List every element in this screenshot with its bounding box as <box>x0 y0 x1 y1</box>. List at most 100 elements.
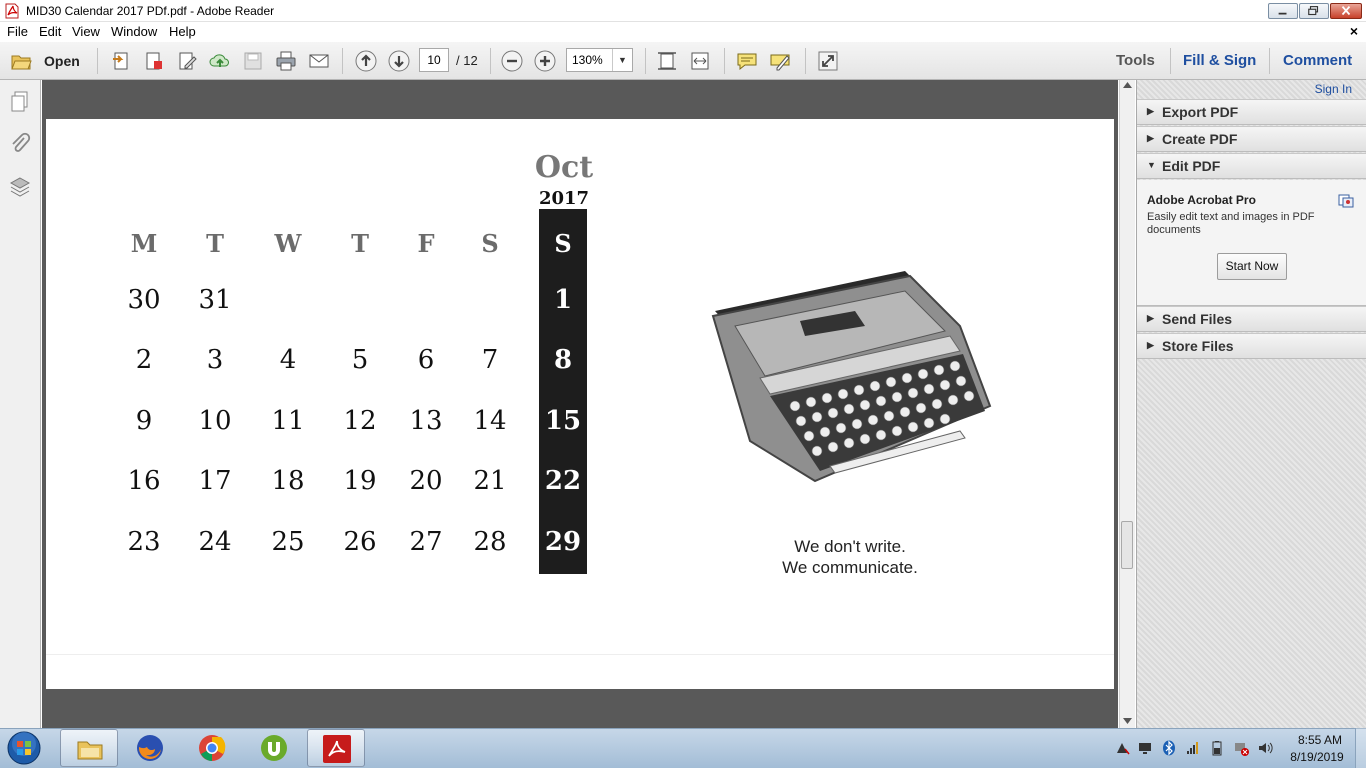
create-pdf-icon[interactable] <box>110 50 132 72</box>
zoom-out-icon[interactable] <box>501 50 523 72</box>
volume-icon[interactable] <box>1257 740 1273 756</box>
previous-page-icon[interactable] <box>355 50 377 72</box>
adobe-reader-icon <box>322 734 352 764</box>
battery-icon[interactable] <box>1209 740 1225 756</box>
vertical-scrollbar[interactable] <box>1119 80 1135 728</box>
clock-date[interactable]: 8/19/2019 <box>1284 750 1350 764</box>
calendar-day: 17 <box>198 466 232 496</box>
calendar-day: 7 <box>481 345 499 375</box>
tab-tools[interactable]: Tools <box>1116 52 1155 69</box>
chevron-right-icon: ▶ <box>1147 106 1154 116</box>
scrollbar-thumb[interactable] <box>1121 521 1133 569</box>
scroll-up-icon <box>1123 82 1132 88</box>
calendar-day-sunday: 29 <box>544 527 582 557</box>
start-button[interactable] <box>6 730 42 766</box>
calendar-day: 27 <box>409 527 443 557</box>
highlight-text-icon[interactable] <box>769 50 791 72</box>
edit-pdf-icon[interactable] <box>176 50 198 72</box>
attachments-icon[interactable] <box>8 132 32 156</box>
display-icon[interactable] <box>1137 740 1153 756</box>
menu-help[interactable]: Help <box>169 24 196 39</box>
folder-icon <box>75 734 105 764</box>
calendar-day: 28 <box>473 527 507 557</box>
calendar-day: 11 <box>271 406 305 436</box>
sign-in-link[interactable]: Sign In <box>1315 82 1352 96</box>
layers-icon[interactable] <box>8 175 32 199</box>
full-screen-icon[interactable] <box>817 50 839 72</box>
tagline-line-1: We don't write. <box>794 537 906 556</box>
toolbar-separator <box>1269 48 1270 74</box>
day-header-sun: S <box>554 229 572 258</box>
close-document-button[interactable]: × <box>1350 23 1358 39</box>
toolbar-separator <box>490 48 491 74</box>
tab-comment[interactable]: Comment <box>1283 52 1352 69</box>
calendar-day: 13 <box>409 406 443 436</box>
utorrent-icon <box>259 733 289 763</box>
email-icon[interactable] <box>308 50 330 72</box>
print-icon[interactable] <box>275 50 297 72</box>
taskbar-firefox[interactable] <box>121 729 179 767</box>
menu-bar: File Edit View Window Help × <box>0 22 1366 42</box>
panel-export-pdf[interactable]: ▶ Export PDF <box>1137 99 1366 125</box>
sunday-column <box>539 209 587 574</box>
calendar-day: 9 <box>135 406 153 436</box>
sticky-note-comment-icon[interactable] <box>736 50 758 72</box>
calendar-day: 26 <box>343 527 377 557</box>
clock-time[interactable]: 8:55 AM <box>1290 733 1350 747</box>
menu-edit[interactable]: Edit <box>39 24 61 39</box>
calendar-day: 2 <box>135 345 153 375</box>
start-now-button[interactable]: Start Now <box>1217 253 1287 280</box>
zoom-in-icon[interactable] <box>534 50 556 72</box>
calendar-day-sunday: 8 <box>553 345 573 375</box>
calendar-day-sunday: 22 <box>544 466 582 496</box>
calendar-day: 18 <box>271 466 305 496</box>
fit-width-icon[interactable] <box>689 50 711 72</box>
acrobat-pro-icon <box>1338 192 1354 208</box>
panel-create-pdf[interactable]: ▶ Create PDF <box>1137 126 1366 152</box>
calendar-day: 4 <box>279 345 297 375</box>
no-network-icon[interactable] <box>1233 740 1249 756</box>
tab-fill-sign[interactable]: Fill & Sign <box>1183 52 1256 69</box>
export-pdf-icon[interactable] <box>143 50 165 72</box>
taskbar-chrome[interactable] <box>183 729 241 767</box>
fit-page-icon[interactable] <box>656 50 678 72</box>
calendar-day: 6 <box>417 345 435 375</box>
page-thumbnails-icon[interactable] <box>8 90 32 114</box>
toolbar-separator <box>1170 48 1171 74</box>
minimize-button[interactable] <box>1268 3 1298 19</box>
chevron-down-icon[interactable]: ▼ <box>612 49 632 71</box>
page-total-label: / 12 <box>456 53 478 68</box>
bluetooth-icon[interactable] <box>1161 740 1177 756</box>
taskbar-adobe-reader[interactable] <box>307 729 365 767</box>
panel-send-files[interactable]: ▶ Send Files <box>1137 306 1366 332</box>
panel-label: Create PDF <box>1162 131 1238 147</box>
calendar-day: 21 <box>473 466 507 496</box>
calendar-day: 3 <box>206 345 224 375</box>
calendar-day: 20 <box>409 466 443 496</box>
next-page-icon[interactable] <box>388 50 410 72</box>
upload-cloud-icon[interactable] <box>209 50 231 72</box>
close-button[interactable] <box>1330 3 1362 19</box>
open-button[interactable]: Open <box>44 53 80 69</box>
toolbar-separator <box>724 48 725 74</box>
calendar-day: 30 <box>127 285 161 315</box>
network-signal-icon[interactable] <box>1185 740 1201 756</box>
calendar-day: 10 <box>198 406 232 436</box>
menu-file[interactable]: File <box>7 24 28 39</box>
toolbar-separator <box>805 48 806 74</box>
menu-window[interactable]: Window <box>111 24 157 39</box>
save-icon[interactable] <box>242 50 264 72</box>
taskbar-file-explorer[interactable] <box>60 729 118 767</box>
show-desktop-button[interactable] <box>1355 728 1366 768</box>
tagline-line-2: We communicate. <box>782 558 918 577</box>
restore-button[interactable] <box>1299 3 1329 19</box>
open-folder-icon[interactable] <box>10 50 32 72</box>
calendar-day: 23 <box>127 527 161 557</box>
zoom-select[interactable]: 130% ▼ <box>566 48 633 72</box>
panel-store-files[interactable]: ▶ Store Files <box>1137 333 1366 359</box>
menu-view[interactable]: View <box>72 24 100 39</box>
panel-edit-pdf[interactable]: ▼ Edit PDF <box>1137 153 1366 179</box>
taskbar-utorrent[interactable] <box>245 729 303 767</box>
action-center-icon[interactable] <box>1114 740 1130 756</box>
page-number-input[interactable]: 10 <box>419 48 449 72</box>
